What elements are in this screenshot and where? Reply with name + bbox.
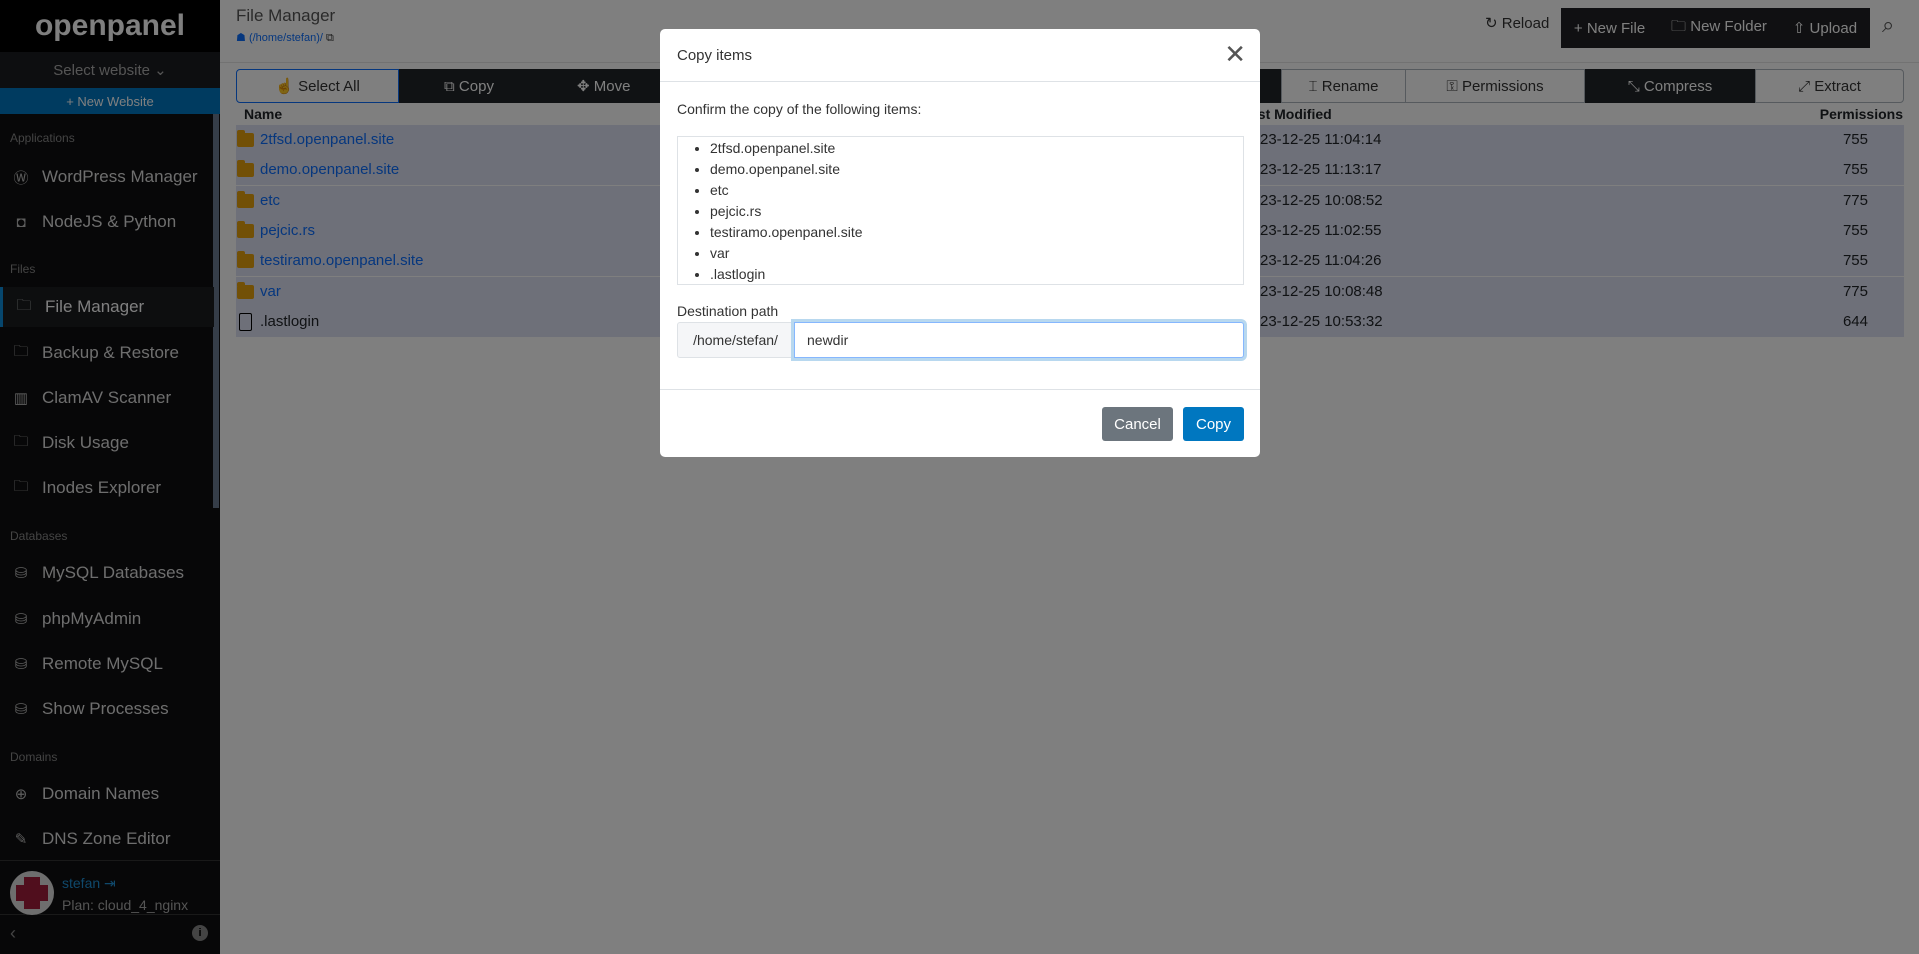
confirm-text: Confirm the copy of the following items: [677,101,922,117]
close-icon[interactable]: ✕ [1224,39,1246,70]
list-item: .lastlogin [710,264,1243,284]
list-item: var [710,243,1243,264]
modal-header: Copy items ✕ [660,29,1260,82]
modal-footer-divider [660,389,1260,390]
modal-title: Copy items [677,47,753,64]
cancel-button[interactable]: Cancel [1102,407,1173,441]
destination-prefix: /home/stefan/ [677,322,794,358]
list-item: etc [710,180,1243,201]
list-item: 2tfsd.openpanel.site [710,138,1243,159]
list-item: demo.openpanel.site [710,159,1243,180]
copy-confirm-button[interactable]: Copy [1183,407,1244,441]
list-item: testiramo.openpanel.site [710,222,1243,243]
list-item: pejcic.rs [710,201,1243,222]
copy-items-modal: Copy items ✕ Confirm the copy of the fol… [660,29,1260,457]
items-list[interactable]: 2tfsd.openpanel.sitedemo.openpanel.sitee… [677,136,1244,285]
destination-label: Destination path [677,303,779,319]
destination-input[interactable] [794,322,1244,358]
